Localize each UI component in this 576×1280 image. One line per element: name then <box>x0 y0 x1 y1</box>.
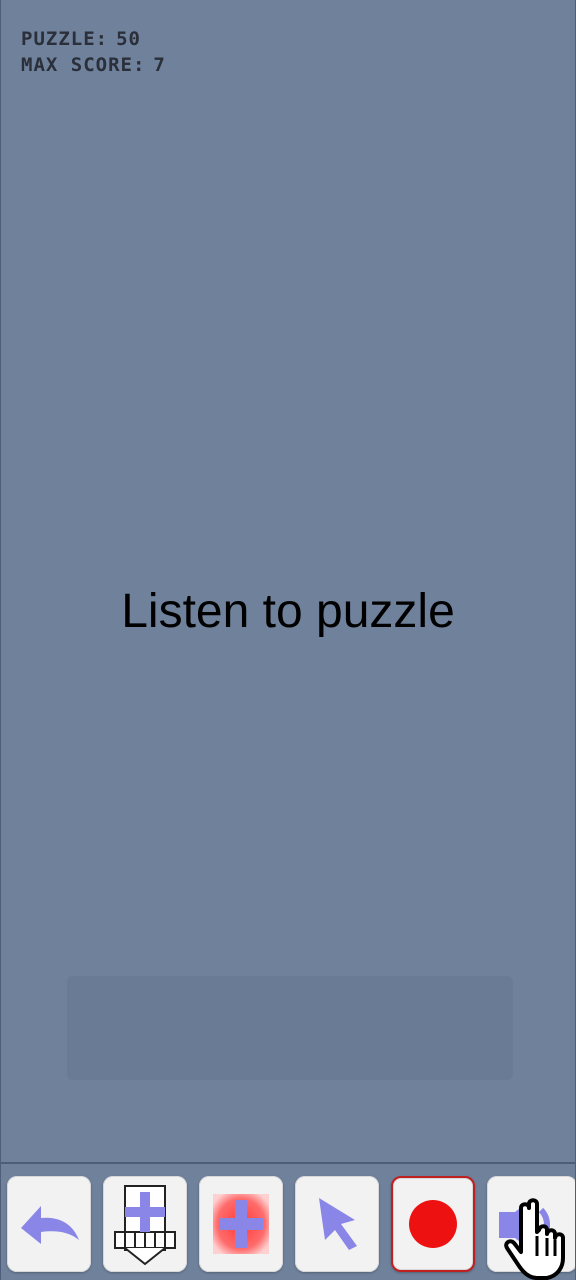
record-button[interactable] <box>391 1176 475 1272</box>
puzzle-value: 50 <box>116 28 141 50</box>
plus-icon <box>213 1194 269 1254</box>
cursor-arrow-icon <box>319 1198 357 1250</box>
add-note-button[interactable] <box>103 1176 187 1272</box>
record-dot-icon <box>409 1200 457 1248</box>
status-message: Listen to puzzle <box>121 585 455 638</box>
toolbar <box>1 1162 575 1280</box>
puzzle-counter: PUZZLE: 50 <box>21 26 166 52</box>
max-score-value: 7 <box>153 54 166 76</box>
select-button[interactable] <box>295 1176 379 1272</box>
undo-arrow-icon <box>21 1206 79 1244</box>
puzzle-label: PUZZLE: <box>21 28 109 50</box>
hand-cursor-icon <box>504 1198 565 1280</box>
add-button[interactable] <box>199 1176 283 1272</box>
hud: PUZZLE: 50 MAX SCORE: 7 <box>21 26 166 78</box>
undo-button[interactable] <box>7 1176 91 1272</box>
max-score: MAX SCORE: 7 <box>21 52 166 78</box>
game-screen: PUZZLE: 50 MAX SCORE: 7 Listen to puzzle <box>0 0 576 1280</box>
keyboard-plus-icon <box>114 1185 176 1266</box>
faded-hint-panel <box>67 976 513 1080</box>
max-score-label: MAX SCORE: <box>21 54 146 76</box>
